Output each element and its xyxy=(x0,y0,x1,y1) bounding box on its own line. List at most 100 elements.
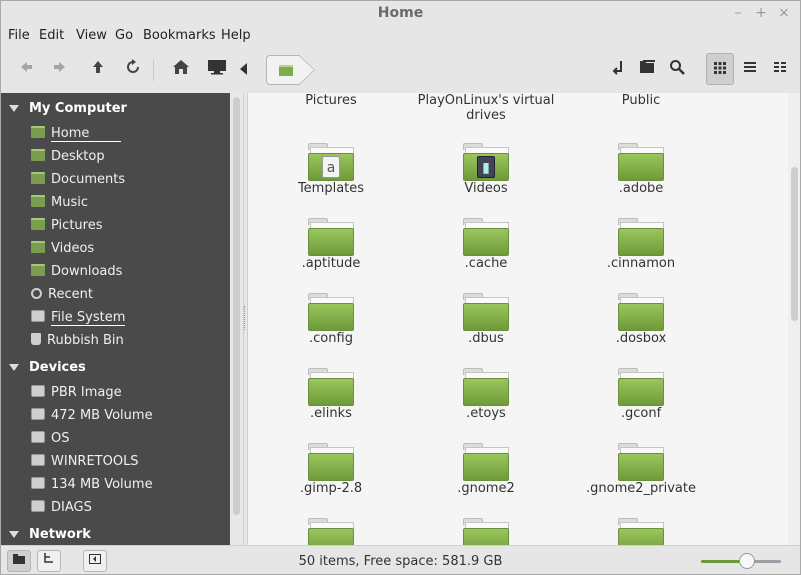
file-item[interactable]: .config xyxy=(256,293,406,346)
menu-edit[interactable]: Edit xyxy=(39,28,64,43)
triangle-left-icon[interactable] xyxy=(237,57,251,83)
icon-view-button[interactable] xyxy=(706,53,734,85)
sidebar-item-rubbish-bin[interactable]: Rubbish Bin xyxy=(31,333,124,353)
file-item-partial[interactable] xyxy=(411,518,561,545)
sidebar-item-winretools[interactable]: WINRETOOLS xyxy=(31,454,139,474)
file-item[interactable]: Pictures xyxy=(256,93,406,108)
folder-icon xyxy=(308,293,354,331)
sidebar-item-label: OS xyxy=(51,431,70,446)
file-item[interactable]: .gconf xyxy=(566,368,716,421)
file-view: Pictures PlayOnLinux's virtual drives Pu… xyxy=(247,93,788,545)
new-folder-icon[interactable] xyxy=(635,57,661,83)
file-item[interactable]: Public xyxy=(566,93,716,108)
folder-videos-icon: ▮ xyxy=(463,143,509,181)
file-item[interactable]: .etoys xyxy=(411,368,561,421)
folder-music-icon xyxy=(31,195,45,207)
reload-icon[interactable] xyxy=(120,57,146,83)
sidebar-scroll-thumb[interactable] xyxy=(233,97,240,515)
title-bar[interactable]: Home – + × xyxy=(1,1,800,25)
list-view-button[interactable] xyxy=(736,53,764,85)
sidebar: My Computer Home Desktop Documents Music… xyxy=(1,93,230,545)
section-title: My Computer xyxy=(29,101,127,116)
sidebar-item-desktop[interactable]: Desktop xyxy=(31,149,105,169)
content-scrollbar[interactable] xyxy=(788,93,800,545)
file-item[interactable]: .elinks xyxy=(256,368,406,421)
section-my-computer[interactable]: My Computer xyxy=(9,101,127,116)
file-item[interactable]: PlayOnLinux's virtual drives xyxy=(411,93,561,123)
folder-icon xyxy=(618,293,664,331)
drive-icon xyxy=(31,454,45,466)
sidebar-item-os[interactable]: OS xyxy=(31,431,69,451)
content-scroll-thumb[interactable] xyxy=(791,167,798,321)
sidebar-item-documents[interactable]: Documents xyxy=(31,172,125,192)
file-item[interactable]: .dbus xyxy=(411,293,561,346)
menu-help[interactable]: Help xyxy=(221,28,251,43)
sidebar-item-file-system[interactable]: File System xyxy=(31,310,126,330)
location-home-button[interactable] xyxy=(266,55,300,85)
folder-icon xyxy=(463,518,509,545)
menu-bookmarks[interactable]: Bookmarks xyxy=(143,28,216,43)
folder-icon xyxy=(618,143,664,181)
folder-home-icon xyxy=(279,65,293,76)
compact-icon xyxy=(774,62,786,72)
file-label: .elinks xyxy=(310,406,352,421)
maximize-button[interactable]: + xyxy=(752,4,770,22)
drive-icon xyxy=(31,431,45,443)
back-arrow-icon[interactable] xyxy=(13,57,39,83)
section-devices[interactable]: Devices xyxy=(9,360,86,375)
file-item-partial[interactable] xyxy=(566,518,716,545)
sidebar-item-pictures[interactable]: Pictures xyxy=(31,218,102,238)
folder-icon xyxy=(463,443,509,481)
sidebar-item-label: Music xyxy=(51,195,88,210)
file-item[interactable]: .cache xyxy=(411,218,561,271)
file-item[interactable]: .gnome2 xyxy=(411,443,561,496)
open-terminal-icon[interactable] xyxy=(606,57,632,83)
sidebar-item-music[interactable]: Music xyxy=(31,195,88,215)
file-item[interactable]: a Templates xyxy=(256,143,406,196)
list-icon xyxy=(744,62,756,72)
sidebar-item-recent[interactable]: Recent xyxy=(31,287,93,307)
path-arrow-inner xyxy=(299,56,314,84)
sidebar-item-label: Pictures xyxy=(51,218,103,233)
file-item[interactable]: ▮ Videos xyxy=(411,143,561,196)
sidebar-item-134mb-volume[interactable]: 134 MB Volume xyxy=(31,477,153,497)
file-item[interactable]: .dosbox xyxy=(566,293,716,346)
folder-icon xyxy=(463,293,509,331)
sidebar-item-videos[interactable]: Videos xyxy=(31,241,94,261)
sidebar-item-472mb-volume[interactable]: 472 MB Volume xyxy=(31,408,153,428)
up-arrow-icon[interactable] xyxy=(85,57,111,83)
file-item[interactable]: .aptitude xyxy=(256,218,406,271)
forward-arrow-icon[interactable] xyxy=(47,57,73,83)
file-label: .cache xyxy=(464,256,508,271)
menu-view[interactable]: View xyxy=(76,28,107,43)
sidebar-item-diags[interactable]: DIAGS xyxy=(31,500,92,520)
sidebar-item-home[interactable]: Home xyxy=(31,126,92,146)
folder-downloads-icon xyxy=(31,264,45,276)
file-label: PlayOnLinux's virtual drives xyxy=(417,93,555,123)
file-label: .gnome2_private xyxy=(586,481,696,496)
sidebar-scrollbar[interactable] xyxy=(230,93,244,545)
drive-icon xyxy=(31,310,45,322)
file-item-partial[interactable] xyxy=(256,518,406,545)
folder-icon xyxy=(618,518,664,545)
sidebar-item-downloads[interactable]: Downloads xyxy=(31,264,122,284)
computer-icon[interactable] xyxy=(204,57,230,83)
folder-documents-icon xyxy=(31,172,45,184)
menu-file[interactable]: File xyxy=(8,28,30,43)
search-icon[interactable] xyxy=(664,57,690,83)
file-item[interactable]: .adobe xyxy=(566,143,716,196)
close-button[interactable]: × xyxy=(775,4,793,22)
folder-icon xyxy=(618,368,664,406)
compact-view-button[interactable] xyxy=(766,53,794,85)
file-label: Pictures xyxy=(305,93,357,108)
minimize-button[interactable]: – xyxy=(729,4,747,22)
trash-icon xyxy=(31,333,41,345)
folder-home-icon xyxy=(31,126,45,138)
file-item[interactable]: .gimp-2.8 xyxy=(256,443,406,496)
file-item[interactable]: .gnome2_private xyxy=(566,443,716,496)
file-item[interactable]: .cinnamon xyxy=(566,218,716,271)
section-network[interactable]: Network xyxy=(9,527,91,542)
home-icon[interactable] xyxy=(168,57,194,83)
menu-go[interactable]: Go xyxy=(115,28,133,43)
sidebar-item-pbr-image[interactable]: PBR Image xyxy=(31,385,122,405)
